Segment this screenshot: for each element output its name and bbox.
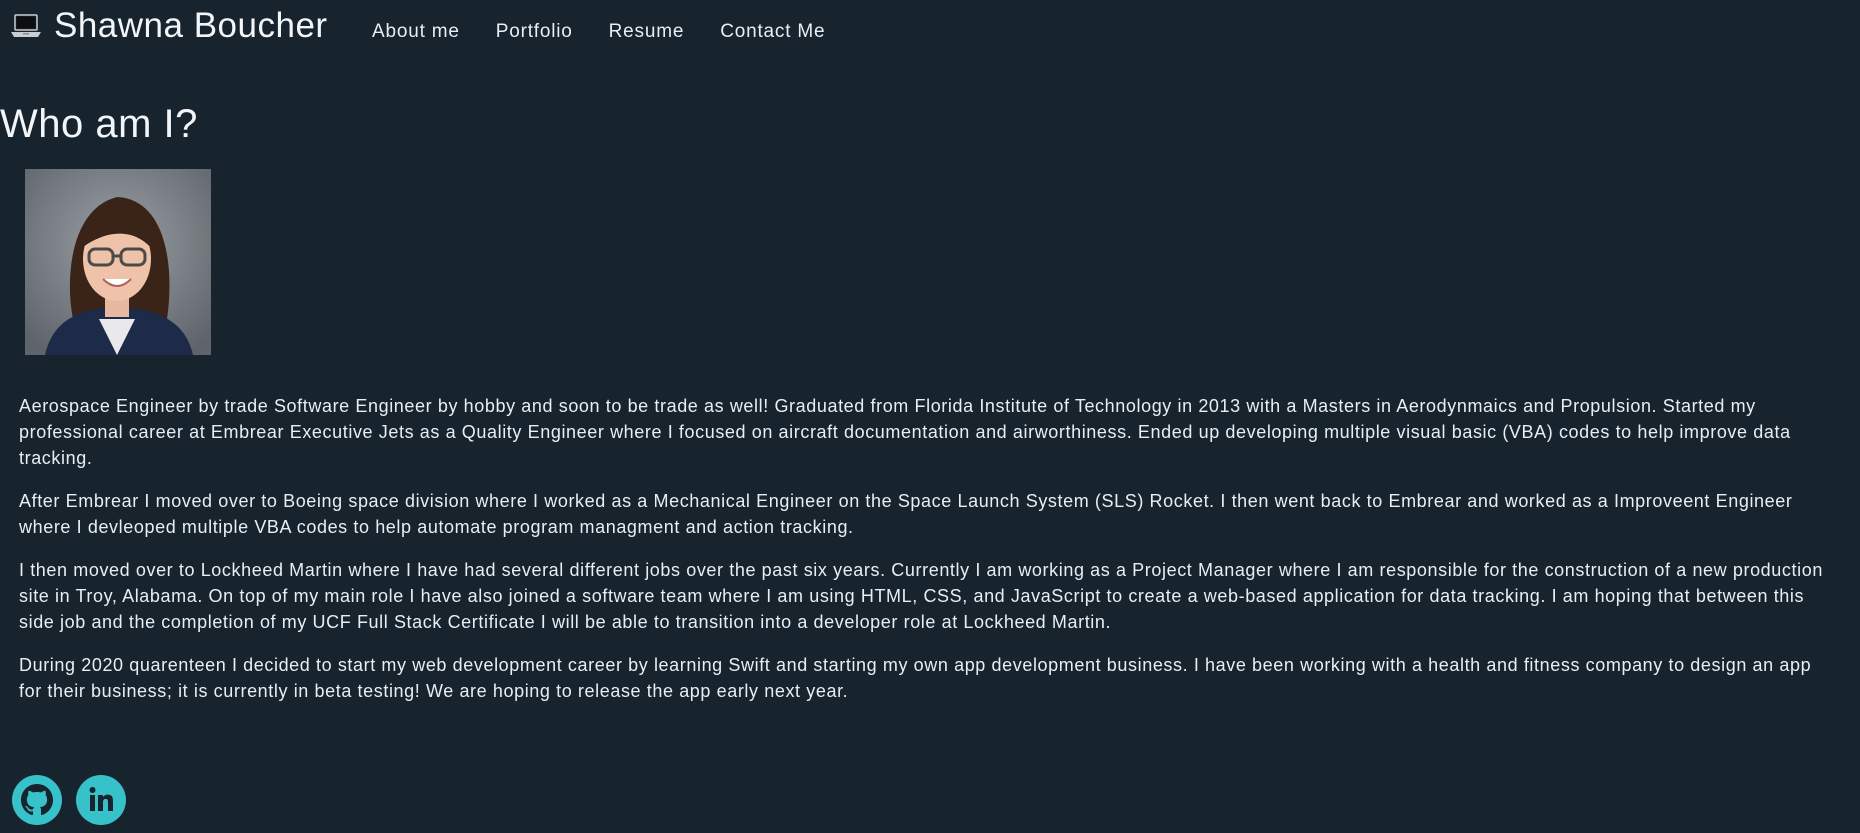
linkedin-link[interactable] (76, 775, 126, 825)
brand[interactable]: Shawna Boucher (10, 6, 328, 46)
nav-about-me[interactable]: About me (372, 19, 460, 45)
site-header: Shawna Boucher About me Portfolio Resume… (0, 0, 1860, 64)
page-title: Who am I? (0, 102, 198, 146)
github-icon (12, 775, 62, 825)
bio-paragraph: During 2020 quarenteen I decided to star… (19, 655, 1812, 701)
bio-paragraph: I then moved over to Lockheed Martin whe… (19, 560, 1823, 632)
linkedin-icon (76, 775, 126, 825)
bio-paragraph: Aerospace Engineer by trade Software Eng… (19, 396, 1791, 468)
social-links (12, 775, 126, 825)
bio-section: Aerospace Engineer by trade Software Eng… (19, 393, 1837, 721)
nav-portfolio[interactable]: Portfolio (496, 19, 573, 45)
profile-photo (25, 169, 211, 355)
nav-resume[interactable]: Resume (609, 19, 685, 45)
main-nav: About me Portfolio Resume Contact Me (372, 19, 825, 45)
laptop-icon (10, 12, 42, 40)
bio-paragraph: After Embrear I moved over to Boeing spa… (19, 491, 1793, 537)
nav-contact-me[interactable]: Contact Me (720, 19, 825, 45)
page: Shawna Boucher About me Portfolio Resume… (0, 0, 1860, 833)
brand-name: Shawna Boucher (54, 6, 328, 45)
github-link[interactable] (12, 775, 62, 825)
